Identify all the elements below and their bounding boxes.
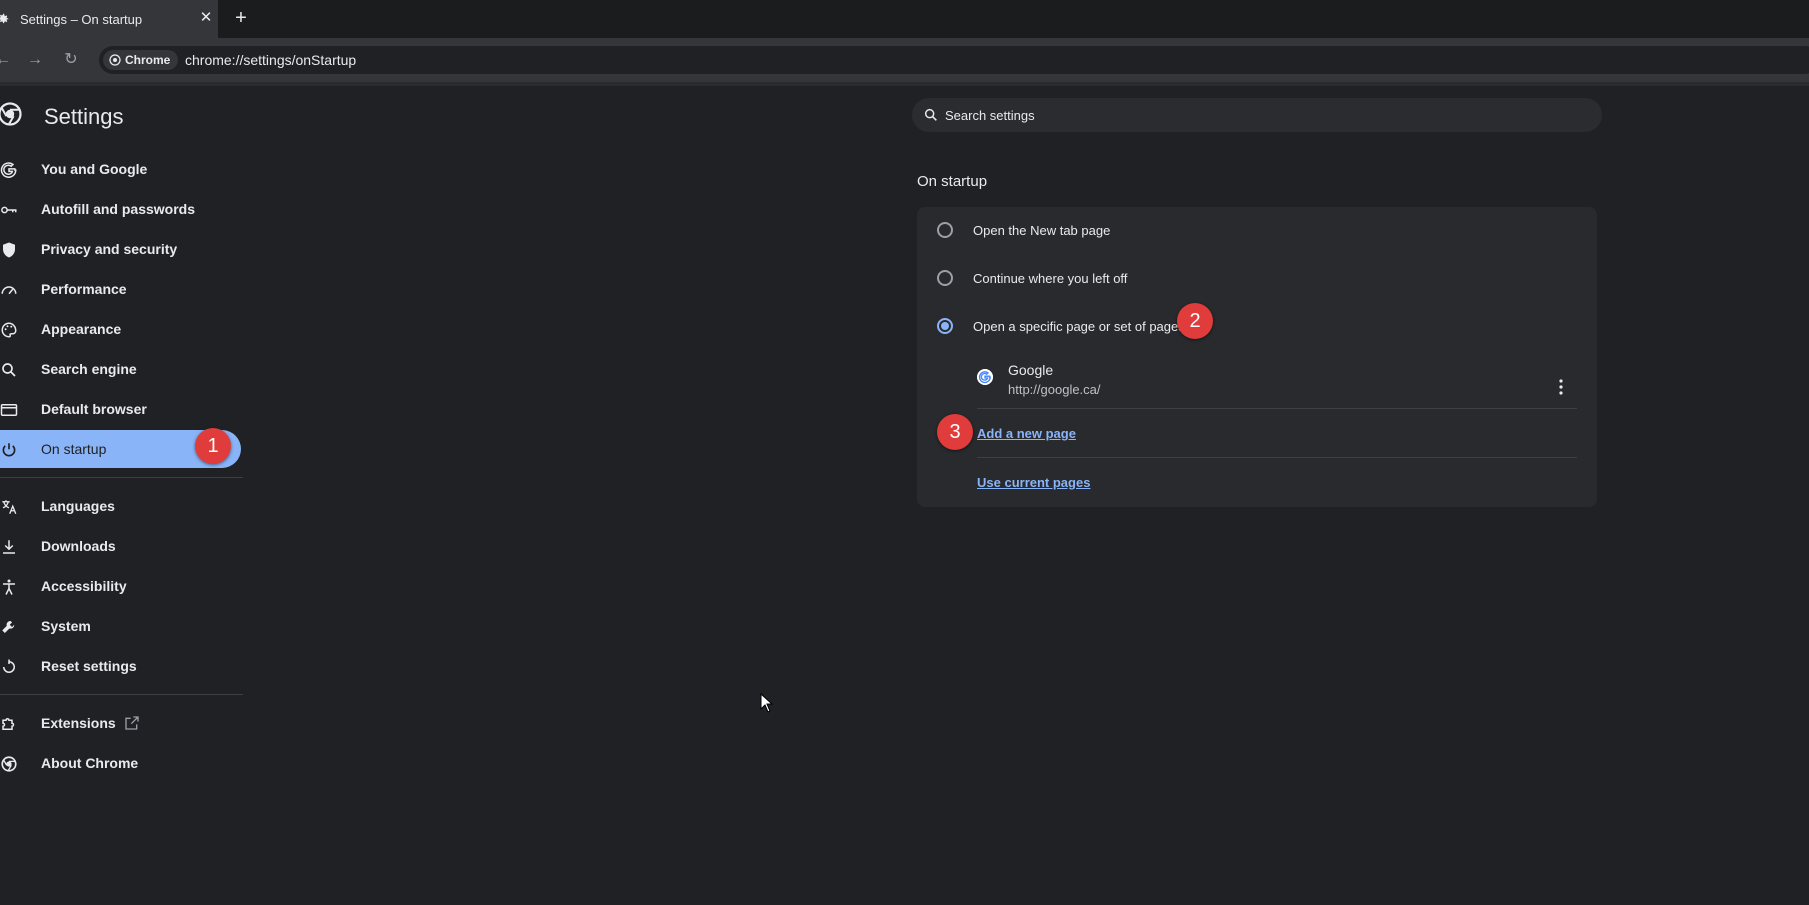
annotation-badge-3: 3	[937, 414, 973, 450]
add-new-page-link[interactable]: Add a new page	[977, 426, 1076, 441]
search-placeholder: Search settings	[945, 108, 1035, 123]
radio-button[interactable]	[937, 318, 953, 334]
sidebar-item-label: System	[41, 618, 91, 634]
forward-arrow-icon[interactable]: →	[24, 49, 46, 71]
search-icon	[924, 108, 937, 121]
sidebar-item-label: Languages	[41, 498, 115, 514]
search-settings-input[interactable]: Search settings	[912, 98, 1602, 132]
address-bar[interactable]: Chrome chrome://settings/onStartup	[99, 46, 1809, 74]
sidebar-divider	[0, 477, 243, 478]
open-in-new-icon[interactable]	[124, 715, 140, 731]
site-chip[interactable]: Chrome	[103, 50, 179, 70]
card-divider	[977, 408, 1577, 409]
radio-label: Continue where you left off	[973, 271, 1128, 286]
sidebar-item-privacy[interactable]: Privacy and security	[0, 230, 241, 268]
sidebar-item-label: Extensions	[41, 715, 116, 731]
more-vert-icon[interactable]	[1557, 377, 1565, 397]
toolbar-divider	[0, 82, 1809, 86]
palette-icon	[1, 322, 17, 338]
sidebar-item-performance[interactable]: Performance	[0, 270, 241, 308]
on-startup-card: Open the New tab page Continue where you…	[917, 207, 1597, 507]
sidebar-item-languages[interactable]: Languages	[0, 487, 241, 525]
sidebar-item-extensions[interactable]: Extensions	[0, 704, 241, 742]
sidebar-item-label: Autofill and passwords	[41, 201, 196, 217]
sidebar-item-label: Accessibility	[41, 578, 127, 594]
startup-page-entry: Google http://google.ca/	[977, 357, 1577, 403]
tab-title: Settings – On startup	[20, 12, 143, 27]
sidebar-item-you-and-google[interactable]: You and Google	[0, 150, 241, 188]
wrench-icon	[2, 620, 15, 633]
mouse-cursor-icon	[760, 693, 774, 713]
radio-option-specific-pages[interactable]: Open a specific page or set of pages	[917, 303, 1597, 347]
gear-icon	[0, 13, 9, 24]
sidebar-item-label: You and Google	[41, 161, 148, 177]
sidebar-item-label: About Chrome	[41, 755, 139, 771]
key-icon	[1, 206, 17, 214]
sidebar-divider	[0, 694, 243, 695]
tab-strip: Settings – On startup ✕ +	[0, 0, 1809, 38]
browser-tab[interactable]: Settings – On startup ✕	[0, 0, 218, 38]
startup-page-url: http://google.ca/	[1008, 382, 1101, 397]
annotation-badge-2: 2	[1177, 303, 1213, 339]
url-text: chrome://settings/onStartup	[185, 52, 357, 68]
chrome-icon	[1, 756, 17, 772]
browser-window-icon	[0, 404, 18, 416]
sidebar-item-label: Privacy and security	[41, 241, 178, 257]
sidebar-item-label: Performance	[41, 281, 127, 297]
power-icon	[2, 443, 16, 457]
sidebar-item-label: Search engine	[41, 361, 137, 377]
startup-page-name: Google	[1008, 362, 1054, 378]
download-icon	[3, 540, 15, 554]
sidebar-item-default-browser[interactable]: Default browser	[0, 390, 241, 428]
use-current-pages-link[interactable]: Use current pages	[977, 475, 1090, 490]
card-divider	[977, 457, 1577, 458]
reload-icon[interactable]: ↻	[60, 49, 82, 71]
sidebar-item-reset-settings[interactable]: Reset settings	[0, 647, 241, 685]
radio-label: Open the New tab page	[973, 223, 1111, 238]
page-title: Settings	[44, 104, 124, 129]
radio-button[interactable]	[937, 222, 953, 238]
accessibility-icon	[3, 579, 15, 595]
google-favicon-icon	[977, 369, 993, 385]
sidebar-item-label: Downloads	[41, 538, 116, 554]
sidebar-item-label: Default browser	[41, 401, 147, 417]
new-tab-button[interactable]: +	[231, 7, 251, 29]
back-arrow-icon[interactable]: ←	[0, 49, 14, 71]
site-chip-label: Chrome	[125, 53, 171, 67]
section-title: On startup	[917, 173, 988, 190]
sidebar-item-accessibility[interactable]: Accessibility	[0, 567, 241, 605]
puzzle-icon	[2, 718, 15, 730]
google-g-icon	[0, 162, 17, 178]
sidebar-item-search-engine[interactable]: Search engine	[0, 350, 241, 388]
radio-option-continue[interactable]: Continue where you left off	[917, 255, 1597, 299]
chrome-icon	[109, 54, 121, 66]
sidebar-item-autofill[interactable]: Autofill and passwords	[0, 190, 241, 228]
sidebar-item-appearance[interactable]: Appearance	[0, 310, 241, 348]
sidebar-item-downloads[interactable]: Downloads	[0, 527, 241, 565]
sidebar-item-label: Appearance	[41, 321, 122, 337]
search-icon	[2, 363, 16, 377]
radio-label: Open a specific page or set of pages	[973, 319, 1185, 334]
close-icon[interactable]: ✕	[197, 9, 215, 27]
sidebar-item-label: Reset settings	[41, 658, 137, 674]
radio-option-new-tab[interactable]: Open the New tab page	[917, 207, 1597, 251]
chrome-logo-icon	[0, 102, 22, 126]
toolbar: ← → ↻ Chrome chrome://settings/onStartup	[0, 38, 1809, 82]
annotation-badge-1: 1	[195, 428, 231, 464]
shield-icon	[3, 242, 15, 258]
radio-button[interactable]	[937, 270, 953, 286]
translate-icon	[2, 500, 17, 515]
reset-icon	[3, 659, 15, 673]
sidebar-item-system[interactable]: System	[0, 607, 241, 645]
speedometer-icon	[1, 286, 17, 295]
sidebar-item-label: On startup	[41, 441, 107, 457]
sidebar-item-about-chrome[interactable]: About Chrome	[0, 744, 241, 782]
